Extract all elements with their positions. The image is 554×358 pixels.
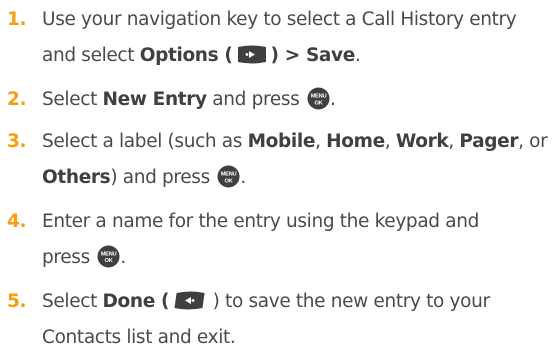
ok-key-label: OK — [314, 100, 323, 106]
step-text: ) to save the new entry to your — [207, 291, 490, 312]
home-label: Home — [326, 131, 385, 152]
menu-key-label: MENU — [221, 172, 237, 178]
step-text: Contacts list and exit. — [42, 327, 236, 348]
separator: , — [315, 131, 327, 152]
ok-key-label: OK — [225, 178, 234, 184]
period: . — [329, 89, 336, 110]
step-3-line-1: Select a label (such as Mobile, Home, Wo… — [42, 124, 548, 160]
step-text: and select — [42, 45, 140, 66]
new-entry-label: New Entry — [102, 89, 208, 110]
step-5-line-1: Select Done ( ) to save the new entry to… — [42, 284, 490, 320]
step-1: 1. Use your navigation key to select a C… — [0, 2, 554, 74]
step-4-line-1: Enter a name for the entry using the key… — [42, 204, 479, 240]
step-number: 1. — [7, 9, 27, 30]
step-text: and press — [206, 89, 305, 110]
step-text: press — [42, 247, 96, 268]
work-label: Work — [395, 131, 449, 152]
step-4-line-2: press MENU OK . — [42, 240, 126, 276]
menu-ok-key-icon: MENU OK — [307, 87, 330, 110]
period: . — [354, 45, 361, 66]
step-text: Enter a name for the entry using the key… — [42, 211, 479, 232]
others-label: Others — [42, 167, 111, 188]
right-softkey-icon — [237, 45, 266, 64]
period: . — [240, 167, 246, 188]
paren-open: ( — [218, 45, 233, 66]
paren-close: ) — [270, 45, 285, 66]
menu-key-label: MENU — [101, 252, 117, 258]
step-2: 2. Select New Entry and press MENU OK . — [0, 82, 554, 118]
save-label: > Save — [284, 45, 356, 66]
period: . — [120, 247, 126, 268]
mobile-label: Mobile — [247, 131, 316, 152]
options-label: Options — [139, 45, 219, 66]
step-text: Select — [42, 291, 103, 312]
step-number: 3. — [7, 131, 27, 152]
menu-ok-key-icon: MENU OK — [217, 165, 240, 188]
paren-open: ( — [154, 291, 170, 312]
step-text: Select a label (such as — [42, 131, 248, 152]
step-number: 2. — [7, 89, 27, 110]
step-2-line-1: Select New Entry and press MENU OK . — [42, 82, 336, 118]
separator: , — [384, 131, 396, 152]
step-text: Select — [42, 89, 103, 110]
menu-ok-key-icon: MENU OK — [97, 245, 120, 268]
step-number: 4. — [7, 211, 27, 232]
step-3: 3. Select a label (such as Mobile, Home,… — [0, 124, 554, 196]
separator: , — [448, 131, 460, 152]
step-1-line-2: and select Options ( ) > Save. — [42, 38, 361, 74]
step-text: ) and press — [110, 167, 216, 188]
step-1-line-1: Use your navigation key to select a Call… — [42, 2, 517, 38]
separator: , or — [518, 131, 548, 152]
step-text: Use your navigation key to select a Call… — [42, 9, 517, 30]
step-number: 5. — [7, 291, 27, 312]
step-3-line-2: Others) and press MENU OK . — [42, 160, 246, 196]
pager-label: Pager — [459, 131, 519, 152]
step-4: 4. Enter a name for the entry using the … — [0, 204, 554, 276]
done-label: Done — [102, 291, 156, 312]
left-softkey-icon — [174, 291, 205, 310]
step-5: 5. Select Done ( ) to save the new entry… — [0, 284, 554, 356]
step-5-line-2: Contacts list and exit. — [42, 320, 236, 356]
menu-key-label: MENU — [311, 94, 327, 100]
ok-key-label: OK — [105, 258, 114, 264]
